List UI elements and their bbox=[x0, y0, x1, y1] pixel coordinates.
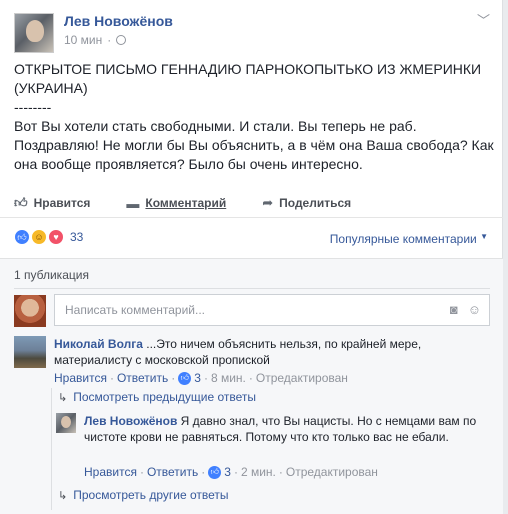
reply-edited[interactable]: Отредактирован bbox=[286, 465, 378, 479]
reply-like-link[interactable]: Нравится bbox=[84, 465, 137, 479]
reply-thread-line bbox=[51, 388, 52, 510]
like-button[interactable]: 👍︎ Нравится bbox=[14, 195, 90, 211]
reply-arrow-icon: ↳ bbox=[58, 391, 68, 404]
reply-actions: Нравится · Ответить · 👍︎ 3 · 2 мин. · От… bbox=[84, 465, 378, 479]
reply-time[interactable]: 2 мин. bbox=[241, 465, 276, 479]
author-avatar[interactable] bbox=[14, 13, 54, 53]
post-author[interactable]: Лев Новожёнов bbox=[64, 13, 173, 29]
post-meta: 10 мин · bbox=[64, 33, 127, 47]
share-icon: ➦ bbox=[262, 195, 274, 210]
post-time[interactable]: 10 мин bbox=[64, 33, 102, 47]
comment-sort-dropdown[interactable]: Популярные комментарии ▼ bbox=[330, 232, 488, 246]
view-previous-replies[interactable]: ↳ Посмотреть предыдущие ответы bbox=[58, 390, 256, 404]
comment-likes-count[interactable]: 3 bbox=[194, 371, 201, 385]
comment-input-placeholder: Написать комментарий... bbox=[65, 303, 206, 317]
comment-sort-label: Популярные комментарии bbox=[329, 232, 477, 246]
share-button[interactable]: ➦ Поделиться bbox=[262, 195, 351, 211]
like-reaction-icon: 👍︎ bbox=[178, 371, 192, 385]
comment-body: Николай Волга ...Это ничем объяснить нел… bbox=[54, 336, 484, 368]
comment-time[interactable]: 8 мин. bbox=[211, 371, 246, 385]
post: Лев Новожёнов 10 мин · ﹀ ОТКРЫТОЕ ПИСЬМО… bbox=[0, 0, 503, 258]
comment-button[interactable]: ▬ Комментарий bbox=[126, 196, 226, 211]
like-reaction-icon: 👍︎ bbox=[208, 465, 222, 479]
reactions-count[interactable]: 33 bbox=[70, 230, 83, 244]
comment-reply-link[interactable]: Ответить bbox=[117, 371, 168, 385]
view-other-replies[interactable]: ↳ Просмотреть другие ответы bbox=[58, 488, 229, 502]
divider bbox=[0, 217, 503, 218]
commenter-avatar[interactable] bbox=[14, 336, 46, 368]
caret-down-icon: ▼ bbox=[480, 232, 488, 241]
comment-input[interactable]: Написать комментарий... ◙ ☺ bbox=[54, 294, 490, 326]
current-user-avatar bbox=[14, 295, 46, 327]
comment-edited[interactable]: Отредактирован bbox=[256, 371, 348, 385]
like-label: Нравится bbox=[33, 196, 91, 210]
smiley-icon[interactable]: ☺ bbox=[468, 302, 481, 317]
post-actions: 👍︎ Нравится ▬ Комментарий ➦ Поделиться bbox=[14, 192, 494, 214]
comment-label: Комментарий bbox=[145, 196, 227, 210]
view-other-replies-label: Просмотреть другие ответы bbox=[73, 488, 229, 502]
camera-icon[interactable]: ◙ bbox=[450, 302, 458, 317]
view-previous-replies-label: Посмотреть предыдущие ответы bbox=[73, 390, 257, 404]
love-reaction-icon: ♥ bbox=[48, 229, 64, 245]
reply-likes-count[interactable]: 3 bbox=[224, 465, 231, 479]
comment-like-link[interactable]: Нравится bbox=[54, 371, 107, 385]
haha-reaction-icon: ☺ bbox=[31, 229, 47, 245]
chevron-down-icon[interactable]: ﹀ bbox=[477, 10, 490, 29]
publications-count[interactable]: 1 публикация bbox=[14, 268, 89, 282]
input-icons: ◙ ☺ bbox=[450, 302, 481, 317]
like-reaction-icon: 👍︎ bbox=[14, 229, 30, 245]
dot-separator: · bbox=[107, 33, 112, 47]
reactions-summary[interactable]: 👍︎ ☺ ♥ 33 bbox=[14, 229, 83, 245]
post-card: Лев Новожёнов 10 мин · ﹀ ОТКРЫТОЕ ПИСЬМО… bbox=[0, 0, 503, 514]
post-text: ОТКРЫТОЕ ПИСЬМО ГЕННАДИЮ ПАРНОКОПЫТЬКО И… bbox=[14, 61, 494, 172]
reply-body: Лев Новожёнов Я давно знал, что Вы нацис… bbox=[84, 413, 480, 445]
divider bbox=[14, 288, 490, 289]
reply-author-avatar[interactable] bbox=[56, 413, 76, 433]
thumbs-up-icon: 👍︎ bbox=[14, 195, 28, 210]
globe-icon[interactable] bbox=[116, 35, 127, 45]
reply-author[interactable]: Лев Новожёнов bbox=[84, 414, 177, 428]
reply-arrow-icon: ↳ bbox=[58, 489, 68, 502]
reply-reply-link[interactable]: Ответить bbox=[147, 465, 198, 479]
share-label: Поделиться bbox=[279, 196, 352, 210]
comment-author[interactable]: Николай Волга bbox=[54, 337, 143, 351]
comment-actions: Нравится · Ответить · 👍︎ 3 · 8 мин. · От… bbox=[54, 371, 348, 385]
comment-icon: ▬ bbox=[126, 195, 140, 211]
